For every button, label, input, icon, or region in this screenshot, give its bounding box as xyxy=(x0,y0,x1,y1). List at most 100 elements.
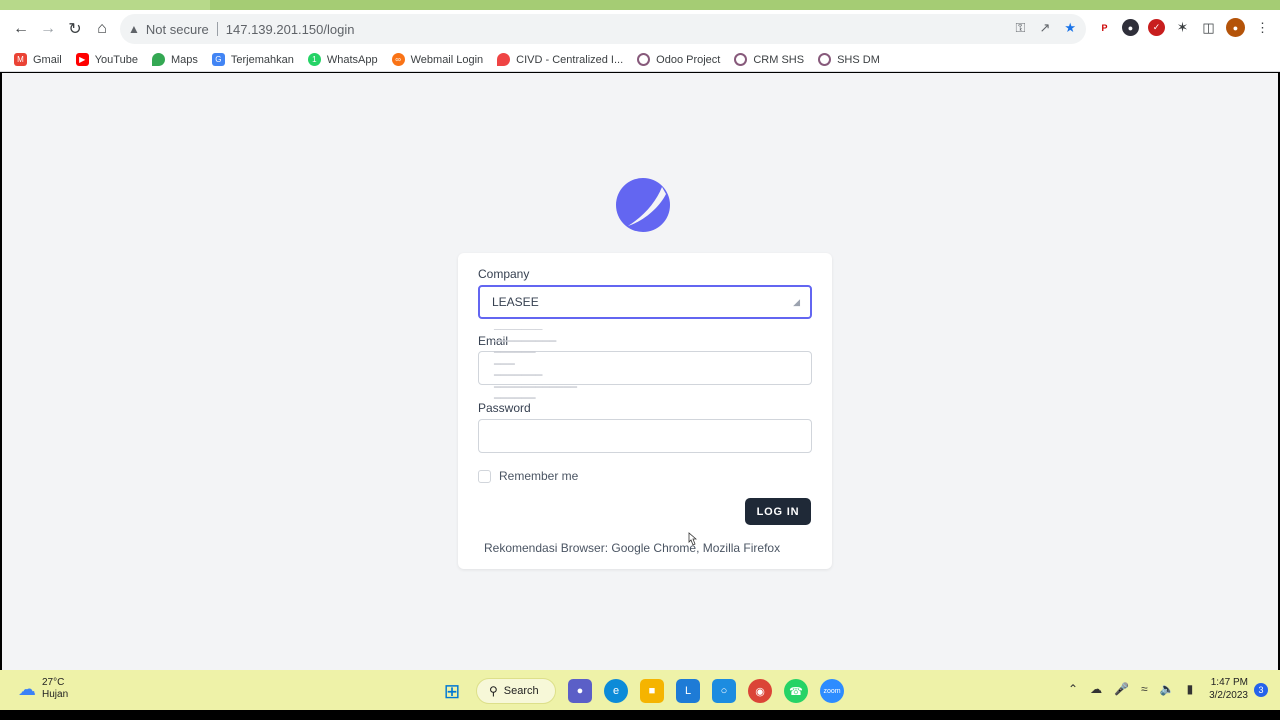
notification-badge[interactable]: 3 xyxy=(1254,683,1268,697)
menu-dots-icon[interactable]: ⋮ xyxy=(1254,19,1271,36)
youtube-icon: ▶ xyxy=(75,53,89,66)
share-icon[interactable]: ↗ xyxy=(1039,20,1050,36)
chrome-icon[interactable]: ◉ xyxy=(748,679,772,703)
cloud-sync-icon[interactable]: ☁ xyxy=(1090,682,1102,696)
whatsapp-taskbar-icon[interactable]: ☎ xyxy=(784,679,808,703)
select-caret-icon: ◢ xyxy=(793,297,800,307)
bookmark-translate[interactable]: G Terjemahkan xyxy=(211,53,294,66)
weather-condition: Hujan xyxy=(42,689,69,700)
edge-icon[interactable]: e xyxy=(604,679,628,703)
profile-avatar[interactable]: ● xyxy=(1226,18,1245,37)
faded-option: ▔▔▔▔▔▔▔ xyxy=(494,329,543,339)
address-separator xyxy=(216,22,218,36)
chevron-up-icon[interactable]: ⌃ xyxy=(1068,682,1078,696)
windows-start-icon[interactable]: ⊞ xyxy=(440,679,464,703)
remember-me-checkbox[interactable] xyxy=(478,469,491,483)
company-selected-value: LEASEE xyxy=(492,295,539,309)
faded-option: ▔▔▔▔▔▔▔▔▔ xyxy=(494,340,557,351)
bookmark-crm-shs[interactable]: CRM SHS xyxy=(734,53,804,66)
side-panel-icon[interactable]: ◫ xyxy=(1200,19,1217,36)
security-status[interactable]: Not secure xyxy=(146,22,209,37)
warning-icon[interactable]: ▲ xyxy=(128,22,140,36)
bookmark-label: Webmail Login xyxy=(410,53,484,66)
whatsapp-icon: 1 xyxy=(307,53,321,66)
clock-date: 3/2/2023 xyxy=(1209,690,1248,701)
login-button[interactable]: LOG IN xyxy=(745,498,811,525)
pdf-extension-icon[interactable]: P xyxy=(1096,19,1113,36)
bookmark-whatsapp[interactable]: 1 WhatsApp xyxy=(307,53,378,66)
browser-recommendation: Rekomendasi Browser: Google Chrome, Mozi… xyxy=(484,541,781,555)
bookmark-maps[interactable]: Maps xyxy=(151,53,198,66)
bookmark-label: CRM SHS xyxy=(753,53,805,66)
zoom-icon[interactable]: zoom xyxy=(820,679,844,703)
rain-cloud-icon: ☁ xyxy=(18,678,36,699)
bookmark-star-icon[interactable]: ★ xyxy=(1064,20,1076,36)
store-icon[interactable]: ○ xyxy=(712,679,736,703)
login-card: Company LEASEE ◢ Email ▔▔▔▔▔▔▔ ▔▔▔▔▔▔▔▔▔… xyxy=(458,253,832,569)
translate-icon: G xyxy=(211,53,225,66)
bookmark-label: Maps xyxy=(170,53,198,66)
home-icon[interactable]: ⌂ xyxy=(89,16,115,42)
bookmark-webmail[interactable]: ∞ Webmail Login xyxy=(391,53,484,66)
browser-toolbar: ← → ↻ ⌂ ▲ Not secure 147.139.201.150/log… xyxy=(0,10,1280,48)
company-label: Company xyxy=(478,267,530,281)
app-logo-icon xyxy=(616,178,670,232)
mouse-cursor-icon xyxy=(688,532,697,546)
bookmark-gmail[interactable]: M Gmail xyxy=(14,53,62,66)
company-select[interactable]: LEASEE ◢ xyxy=(478,285,812,319)
address-bar[interactable]: ▲ Not secure 147.139.201.150/login ⚿ ↗ ★ xyxy=(120,14,1086,44)
microphone-icon[interactable]: 🎤 xyxy=(1114,682,1129,696)
faded-option: ▔▔▔ xyxy=(494,363,515,374)
password-field[interactable] xyxy=(478,419,812,453)
tab-strip-fill xyxy=(210,0,1280,10)
red-extension-icon[interactable]: ✓ xyxy=(1148,19,1165,36)
teams-chat-icon[interactable]: ● xyxy=(568,679,592,703)
bookmark-label: YouTube xyxy=(94,53,138,66)
bookmark-label: WhatsApp xyxy=(326,53,378,66)
bookmarks-bar: M Gmail ▶ YouTube Maps G Terjemahkan 1 Whats… xyxy=(0,48,1280,72)
battery-icon[interactable]: ▮ xyxy=(1187,682,1194,696)
wifi-icon[interactable]: ≈ xyxy=(1141,682,1148,696)
file-explorer-icon[interactable]: ■ xyxy=(640,679,664,703)
speaker-icon[interactable]: 🔈 xyxy=(1160,682,1175,696)
gmail-icon: M xyxy=(14,53,27,66)
bookmark-youtube[interactable]: ▶ YouTube xyxy=(75,53,138,66)
search-label: Search xyxy=(503,685,539,697)
app-l-icon[interactable]: L xyxy=(676,679,700,703)
dark-extension-icon[interactable]: ● xyxy=(1122,19,1139,36)
maps-pin-icon xyxy=(151,53,165,66)
temperature: 27°C xyxy=(42,677,65,688)
faded-option: ▔▔▔▔▔▔ xyxy=(494,352,536,362)
odoo-icon xyxy=(818,53,832,66)
odoo-icon xyxy=(734,53,748,66)
bookmark-label: Gmail xyxy=(33,53,62,66)
clock-time: 1:47 PM xyxy=(1210,677,1248,688)
webmail-icon: ∞ xyxy=(391,53,405,66)
taskbar-search[interactable]: ⚲ Search xyxy=(476,678,556,704)
reload-icon[interactable]: ↻ xyxy=(62,16,88,42)
url-text[interactable]: 147.139.201.150/login xyxy=(226,22,355,37)
puzzle-icon[interactable]: ✶ xyxy=(1174,19,1191,36)
bookmark-civd[interactable]: CIVD - Centralized I... xyxy=(497,53,623,66)
extensions-area: P ● ✓ ✶ ◫ ● ⋮ xyxy=(1096,18,1271,37)
key-icon[interactable]: ⚿ xyxy=(1016,20,1026,36)
remember-me-row[interactable]: Remember me xyxy=(478,469,578,483)
faded-option: ▔▔▔▔▔▔▔▔▔▔▔▔ xyxy=(494,386,578,397)
civd-pin-icon xyxy=(497,53,511,66)
password-label: Password xyxy=(478,401,531,415)
back-icon[interactable]: ← xyxy=(8,16,34,42)
remember-me-label: Remember me xyxy=(499,469,579,483)
windows-taskbar: ☁ 27°C Hujan ⊞ ⚲ Search ● e ■ L ○ ◉ ☎ zoo… xyxy=(0,670,1280,710)
bookmark-label: Terjemahkan xyxy=(230,53,294,66)
bookmark-label: Odoo Project xyxy=(656,53,721,66)
bookmark-label: CIVD - Centralized I... xyxy=(516,53,624,66)
screen-bottom-edge xyxy=(0,710,1280,720)
forward-icon[interactable]: → xyxy=(35,16,61,42)
bookmark-shs-dm[interactable]: SHS DM xyxy=(818,53,880,66)
bookmark-label: SHS DM xyxy=(837,53,880,66)
weather-widget[interactable]: ☁ 27°C Hujan xyxy=(18,677,68,701)
taskbar-apps: ⊞ ⚲ Search ● e ■ L ○ ◉ ☎ zoom xyxy=(440,678,844,704)
bookmark-odoo-project[interactable]: Odoo Project xyxy=(637,53,720,66)
system-clock[interactable]: 1:47 PM 3/2/2023 xyxy=(1206,676,1248,702)
login-page: Company LEASEE ◢ Email ▔▔▔▔▔▔▔ ▔▔▔▔▔▔▔▔▔… xyxy=(2,73,1278,670)
